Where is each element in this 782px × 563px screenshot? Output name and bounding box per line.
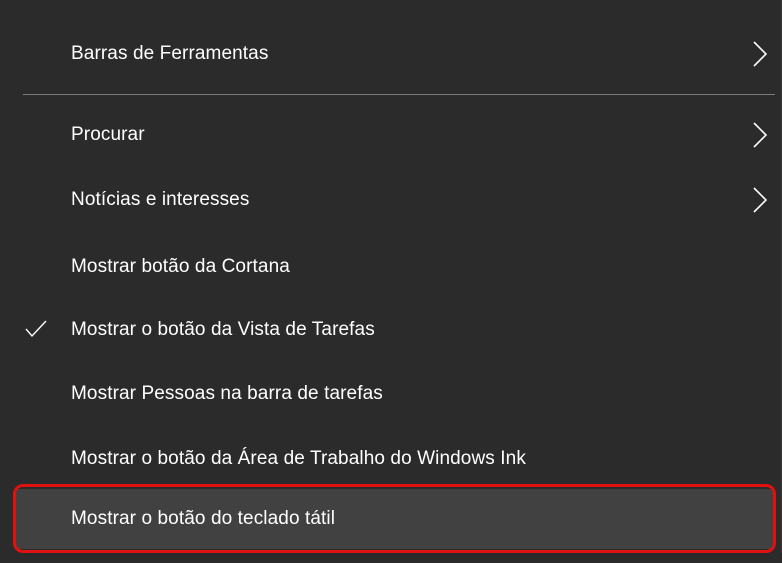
menu-item-label: Barras de Ferramentas: [71, 43, 269, 64]
chevron-right-icon: [753, 187, 768, 213]
menu-item-procurar[interactable]: Procurar: [0, 107, 782, 163]
menu-item-label: Mostrar o botão do teclado tátil: [71, 508, 336, 529]
menu-item-mostrar-windows-ink[interactable]: Mostrar o botão da Área de Trabalho do W…: [0, 431, 782, 487]
menu-item-label: Mostrar Pessoas na barra de tarefas: [71, 383, 383, 404]
checkmark-icon: [25, 320, 47, 338]
menu-item-label: Procurar: [71, 124, 145, 145]
menu-item-label: Notícias e interesses: [71, 189, 250, 210]
menu-item-mostrar-pessoas[interactable]: Mostrar Pessoas na barra de tarefas: [0, 366, 782, 422]
menu-item-noticias-e-interesses[interactable]: Notícias e interesses: [0, 172, 782, 228]
menu-item-mostrar-cortana[interactable]: Mostrar botão da Cortana: [0, 239, 782, 295]
menu-item-label: Mostrar botão da Cortana: [71, 256, 290, 277]
chevron-right-icon: [753, 41, 768, 67]
menu-item-label: Mostrar o botão da Área de Trabalho do W…: [71, 448, 526, 469]
chevron-right-icon: [753, 122, 768, 148]
taskbar-context-menu: Barras de Ferramentas Procurar Notícias …: [0, 0, 782, 563]
menu-bottom-edge: [0, 553, 782, 563]
menu-item-label: Mostrar o botão da Vista de Tarefas: [71, 319, 375, 340]
menu-separator: [23, 94, 775, 95]
menu-item-barras-de-ferramentas[interactable]: Barras de Ferramentas: [0, 26, 782, 82]
menu-item-mostrar-vista-de-tarefas[interactable]: Mostrar o botão da Vista de Tarefas: [0, 302, 782, 358]
menu-item-mostrar-teclado-tatil[interactable]: Mostrar o botão do teclado tátil: [16, 489, 773, 549]
